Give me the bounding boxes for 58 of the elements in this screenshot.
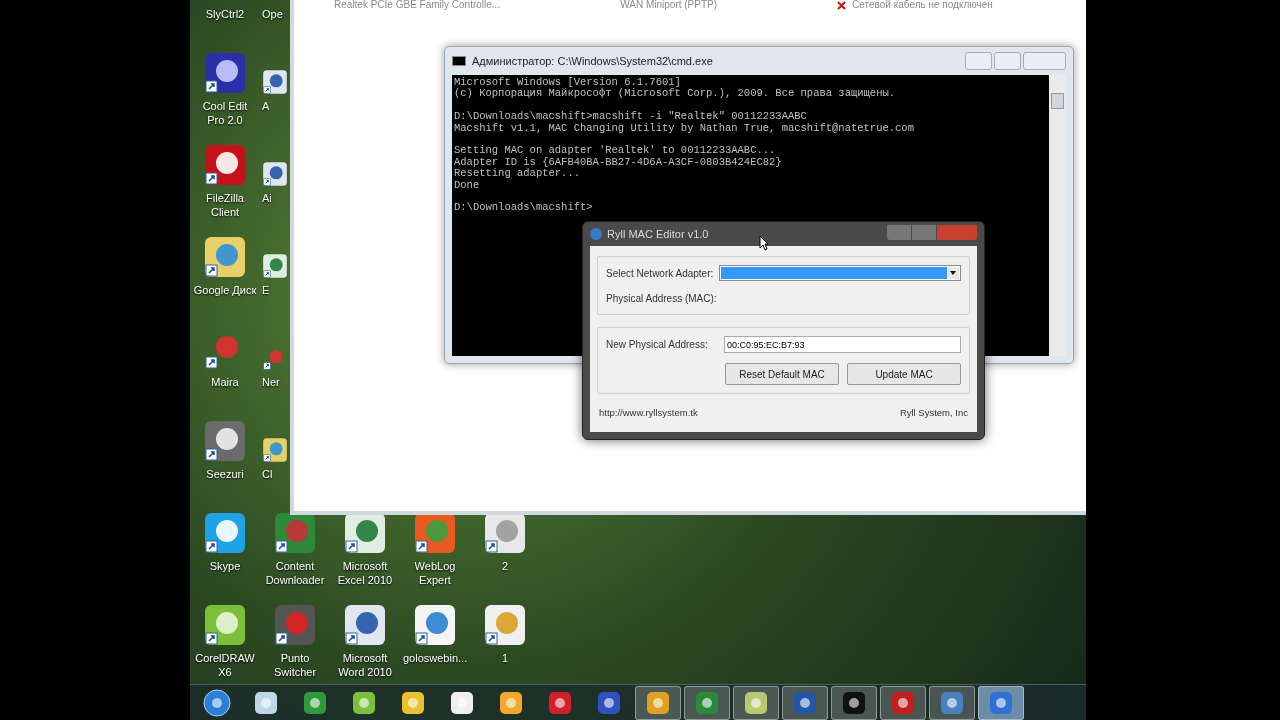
icon-label[interactable]: E — [262, 283, 270, 297]
console-line: Done — [454, 179, 481, 191]
adapter-name[interactable]: Realtek PCIe GBE Family Controlle... — [334, 0, 501, 10]
adapter-name[interactable]: WAN Miniport (PPTP) — [620, 0, 718, 10]
taskbar-button[interactable] — [635, 685, 681, 720]
taskbar-button[interactable] — [978, 685, 1024, 720]
console-line: Macshift v1.1, MAC Changing Utility by Nathan True, macshift@natetrue.com — [454, 122, 915, 134]
mac-address-input[interactable]: 00:C0:95:EC:B7:93 — [724, 336, 961, 353]
taskbar-button[interactable] — [684, 685, 730, 720]
taskbar-button[interactable] — [929, 685, 975, 720]
taskbar-button[interactable] — [831, 685, 877, 720]
icon-label[interactable]: Ner — [262, 375, 280, 389]
icon-label[interactable]: Skype — [209, 559, 241, 573]
icon-label[interactable]: FileZilla Client — [193, 191, 257, 219]
console-line: Setting MAC on adapter 'Realtek' to 00112233AABC... — [454, 145, 777, 157]
icon-label[interactable]: WebLog Expert — [403, 559, 467, 587]
icon-label[interactable]: 2 — [501, 559, 509, 573]
icon-label[interactable]: Punto Switcher — [263, 651, 327, 679]
icon-label[interactable]: Content Downloader — [263, 559, 327, 587]
icon-label[interactable]: Maira — [211, 375, 239, 389]
field-label: New Physical Address: — [606, 338, 709, 352]
icon-label[interactable]: Seezuri — [206, 467, 244, 481]
icon-label[interactable]: Google Диск — [193, 283, 257, 297]
dialog-button[interactable]: Reset Default MAC — [725, 363, 839, 385]
icon-label[interactable]: Ai — [262, 191, 272, 205]
field-label: Select Network Adapter: — [606, 266, 714, 281]
console-line: (c) Корпорация Майкрософт (Microsoft Corp.), 2009. Все права защищены. — [454, 88, 897, 100]
app-icon — [590, 228, 602, 240]
console-line: Resetting adapter... — [454, 168, 582, 180]
scroll-thumb[interactable] — [1051, 93, 1064, 109]
scrollbar[interactable] — [1049, 75, 1066, 356]
icon-label[interactable]: Microsoft Word 2010 — [333, 651, 397, 679]
icon-label[interactable]: Cool Edit Pro 2.0 — [193, 99, 257, 127]
window-title: Администратор: C:\Windows\System32\cmd.exe — [472, 53, 714, 69]
icon-label[interactable]: Cl — [262, 467, 273, 481]
website-link[interactable]: http://www.ryllsystem.tk — [599, 406, 698, 421]
console-line: Microsoft Windows [Version 6.1.7601] — [454, 77, 682, 89]
window-title: Ryll MAC Editor v1.0 — [607, 226, 710, 242]
console-line: D:\Downloads\macshift>macshift -i "Realtek" 00112233AABC — [454, 111, 808, 123]
dialog-button[interactable]: Update MAC — [847, 363, 961, 385]
icon-label[interactable]: Microsoft Excel 2010 — [333, 559, 397, 587]
console-line: Adapter ID is {6AFB40BA-BB27-4D6A-A3CF-0803B424EC82} — [454, 156, 783, 168]
icon-label[interactable]: Ope — [262, 7, 283, 21]
adapter-name[interactable]: Сетевой кабель не подключен — [852, 0, 993, 10]
adapter-dropdown[interactable] — [719, 265, 961, 281]
taskbar-button[interactable] — [880, 685, 926, 720]
taskbar-button[interactable] — [782, 685, 828, 720]
company-name: Ryll System, Inc — [899, 406, 968, 420]
icon-label[interactable]: A — [262, 99, 270, 113]
field-label: Physical Address (MAC): — [606, 292, 718, 306]
icon-label[interactable]: SlyCtrl2 — [205, 7, 245, 21]
taskbar-button[interactable] — [733, 685, 779, 720]
icon-label[interactable]: goloswebin... — [403, 651, 467, 665]
start-orb-icon — [203, 688, 231, 717]
icon-label[interactable]: CorelDRAW X6 — [193, 651, 257, 679]
mouse-cursor-icon — [759, 235, 769, 251]
icon-label[interactable]: 1 — [501, 651, 509, 665]
console-line: D:\Downloads\macshift> — [454, 202, 594, 214]
